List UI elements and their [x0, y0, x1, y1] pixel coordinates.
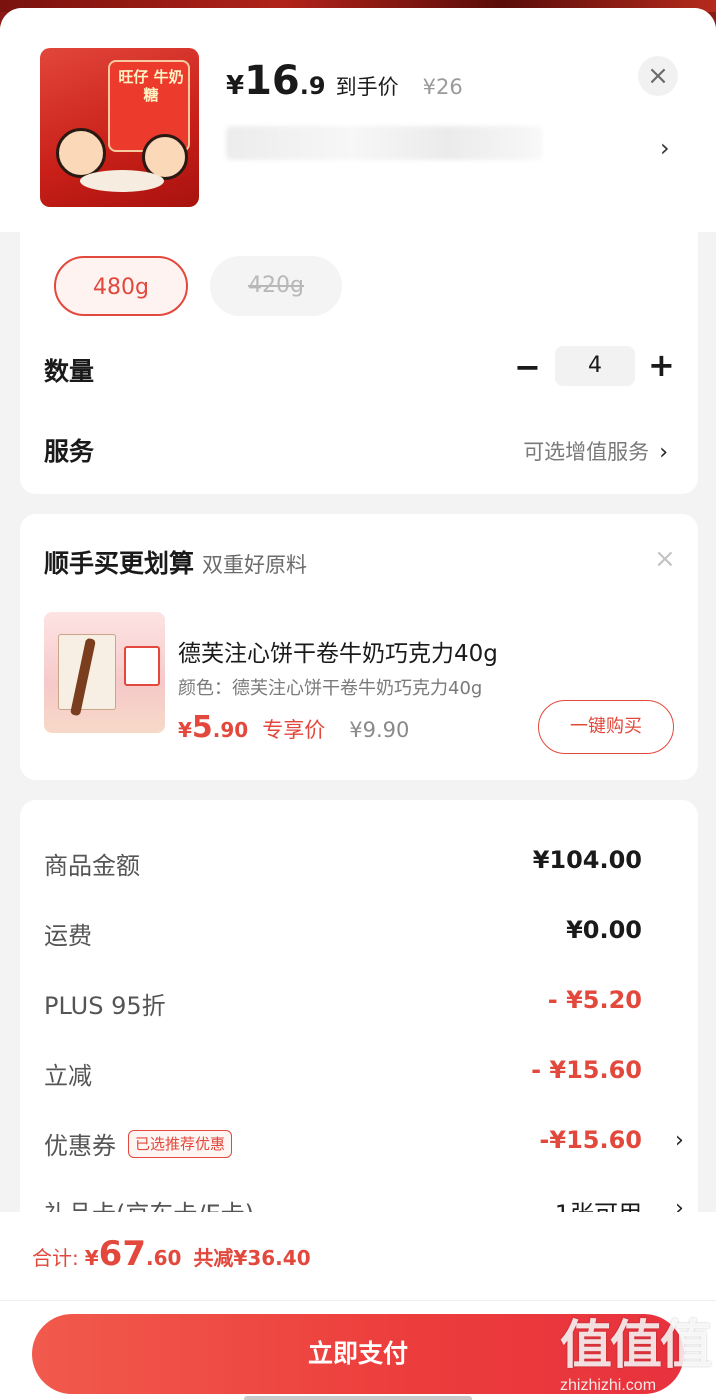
fee-row: 立减 - ¥15.60	[20, 1048, 698, 1098]
fee-label: PLUS 95折	[44, 992, 166, 1020]
watermark-logo: 值值值 zhizhizhi.com	[560, 1316, 712, 1400]
final-price-label: 到手价	[335, 75, 399, 99]
price-decimal: .9	[299, 72, 326, 100]
one-click-buy-button[interactable]: 一键购买	[538, 700, 674, 754]
total-label: 合计:	[32, 1246, 79, 1270]
chevron-right-icon[interactable]: ›	[660, 134, 670, 162]
final-price: ¥ 16 .9 到手价 ¥26	[226, 58, 463, 104]
service-label: 服务	[44, 437, 95, 466]
options-card: 480g 420g 数量 − 4 + 服务 可选增值服务 ›	[20, 230, 698, 494]
fee-label: 运费	[44, 922, 92, 950]
close-icon[interactable]: ×	[654, 544, 676, 574]
fee-row: 运费 ¥0.00	[20, 908, 698, 958]
service-value: 可选增值服务	[523, 440, 650, 464]
chevron-right-icon: ›	[659, 440, 668, 465]
spec-option-selected[interactable]: 480g	[54, 256, 188, 316]
original-price: ¥9.90	[349, 718, 410, 742]
fee-value: ¥0.00	[566, 916, 642, 944]
product-header: 旺仔 牛奶糖 ¥ 16 .9 到手价 ¥26 › ×	[0, 8, 716, 232]
minus-icon[interactable]: −	[514, 348, 541, 386]
recommended-product-price: ¥ 5 .90 专享价 ¥9.90	[178, 710, 409, 745]
service-selector[interactable]: 可选增值服务 ›	[523, 436, 668, 466]
fee-label: 商品金额	[44, 852, 140, 880]
fee-label: 立减	[44, 1062, 92, 1090]
product-thumbnail: 旺仔 牛奶糖	[40, 48, 199, 207]
recommendation-heading: 顺手买更划算	[44, 549, 195, 578]
candy-plate-graphic	[80, 170, 164, 192]
watermark-url: zhizhizhi.com	[560, 1377, 657, 1394]
price-integer: 16	[244, 58, 300, 104]
spec-option-unavailable: 420g	[210, 256, 342, 316]
chevron-right-icon: ›	[675, 1128, 684, 1153]
coupon-badge: 已选推荐优惠	[128, 1129, 233, 1158]
promo-label-graphic	[124, 646, 160, 686]
thumbnail-brand-text: 旺仔 牛奶糖	[118, 68, 184, 104]
fee-value: - ¥15.60	[531, 1056, 642, 1084]
quantity-input[interactable]: 4	[555, 346, 635, 386]
fee-label: 优惠券 已选推荐优惠	[44, 1126, 233, 1161]
recommended-product-image[interactable]	[44, 612, 165, 733]
recommended-product-variant: 颜色：德芙注心饼干卷牛奶巧克力40g	[178, 678, 483, 699]
recommended-product-name[interactable]: 德芙注心饼干卷牛奶巧克力40g	[178, 634, 498, 668]
recommendation-card: 顺手买更划算 双重好原料 × 德芙注心饼干卷牛奶巧克力40g 颜色：德芙注心饼干卷…	[20, 514, 698, 780]
fee-value: -¥15.60	[539, 1126, 642, 1154]
recommendation-title: 顺手买更划算 双重好原料	[44, 544, 307, 580]
checkout-sheet: 旺仔 牛奶糖 ¥ 16 .9 到手价 ¥26 › × 480g 420g 数量 …	[0, 8, 716, 1400]
watermark-logo-text: 值值值	[560, 1316, 712, 1376]
currency-symbol: ¥	[226, 71, 245, 101]
fee-row: PLUS 95折 - ¥5.20	[20, 978, 698, 1028]
price-breakdown-card: 商品金额 ¥104.00 运费 ¥0.00 PLUS 95折 - ¥5.20 立…	[20, 800, 698, 1240]
exclusive-price-label: 专享价	[262, 718, 326, 742]
currency-symbol: ¥	[178, 718, 192, 742]
coupon-label: 优惠券	[44, 1132, 116, 1160]
divider	[0, 1300, 716, 1301]
plus-icon[interactable]: +	[648, 346, 675, 384]
total-decimal: .60	[146, 1246, 182, 1270]
order-total: 合计: ¥ 67 .60 共减¥36.40	[32, 1234, 311, 1274]
close-button[interactable]: ×	[638, 56, 678, 96]
recommendation-subtitle: 双重好原料	[202, 553, 308, 577]
fee-value: ¥104.00	[532, 846, 642, 874]
price-decimal: .90	[212, 718, 249, 742]
price-integer: 5	[191, 710, 213, 745]
mascot-graphic	[56, 128, 106, 178]
total-integer: 67	[98, 1234, 146, 1274]
fee-value: - ¥5.20	[547, 986, 642, 1014]
home-indicator[interactable]	[244, 1396, 472, 1400]
quantity-label: 数量	[44, 357, 95, 386]
coupon-row[interactable]: 优惠券 已选推荐优惠 -¥15.60 ›	[20, 1118, 698, 1168]
original-price: ¥26	[422, 75, 463, 99]
total-savings: 共减¥36.40	[193, 1246, 311, 1270]
currency-symbol: ¥	[84, 1246, 99, 1270]
fee-row: 商品金额 ¥104.00	[20, 838, 698, 888]
blurred-address-line[interactable]	[226, 126, 542, 160]
